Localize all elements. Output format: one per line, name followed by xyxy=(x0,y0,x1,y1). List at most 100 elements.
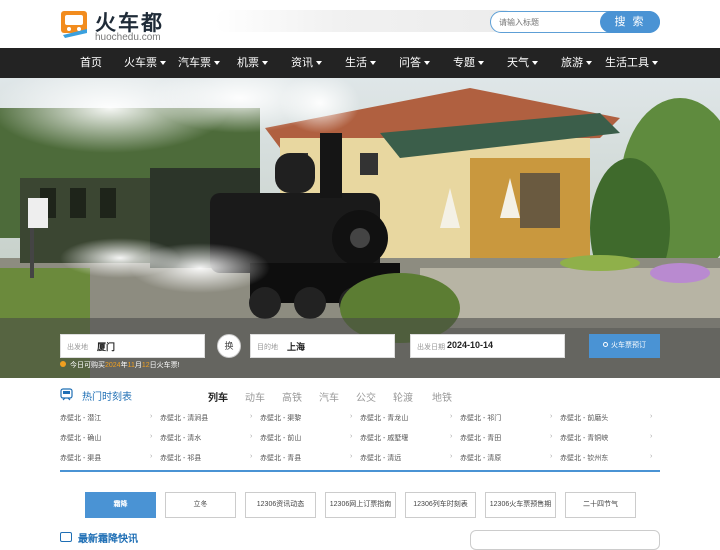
ticket-booking-button[interactable]: 火车票预订 xyxy=(589,334,660,358)
chevron-right-icon: › xyxy=(350,433,353,440)
nav-item-7[interactable]: 专题 xyxy=(453,48,484,78)
chevron-right-icon: › xyxy=(550,453,553,460)
route-link[interactable]: 赤壁北 - 祁县 xyxy=(160,453,201,463)
chevron-down-icon xyxy=(652,61,658,65)
latest-news-title: 最新霜降快讯 xyxy=(78,534,138,545)
tab-3[interactable]: 汽车 xyxy=(319,389,339,404)
route-link[interactable]: 赤壁北 - 确山 xyxy=(60,433,101,443)
tab-0[interactable]: 列车 xyxy=(208,389,228,404)
chevron-down-icon xyxy=(478,61,484,65)
nav-item-2[interactable]: 汽车票 xyxy=(178,48,220,78)
ticket-booking-label: 火车票预订 xyxy=(611,342,646,349)
train-icon xyxy=(60,388,73,401)
nav-label: 生活工具 xyxy=(605,57,649,69)
tab-2[interactable]: 高铁 xyxy=(282,389,302,404)
route-link[interactable]: 赤壁北 - 渠县 xyxy=(60,453,101,463)
header-decoration xyxy=(215,10,515,32)
bullet-icon xyxy=(60,361,66,367)
timetable-title: 热门时刻表 xyxy=(82,392,132,403)
side-panel xyxy=(470,530,660,550)
route-link[interactable]: 赤壁北 - 青田 xyxy=(460,433,501,443)
route-link[interactable]: 赤壁北 - 钦州东 xyxy=(560,453,608,463)
search-button[interactable]: 搜 索 xyxy=(600,11,660,33)
route-link[interactable]: 赤壁北 - 渠黎 xyxy=(260,413,301,423)
nav-label: 旅游 xyxy=(561,57,583,69)
topic-tab-2[interactable]: 12306资讯动态 xyxy=(245,492,316,518)
route-link[interactable]: 赤壁北 - 清原 xyxy=(460,453,501,463)
chevron-right-icon: › xyxy=(650,453,653,460)
news-icon xyxy=(60,532,72,542)
chevron-down-icon xyxy=(424,61,430,65)
to-label: 目的地 xyxy=(257,344,278,351)
from-field[interactable]: 出发地 厦门 xyxy=(60,334,205,358)
swap-button[interactable]: 换 xyxy=(217,334,241,358)
route-link[interactable]: 赤壁北 - 前磨头 xyxy=(560,413,608,423)
nav-item-0[interactable]: 首页 xyxy=(80,48,102,78)
nav-label: 汽车票 xyxy=(178,57,211,69)
search-box: 搜 索 xyxy=(490,11,660,33)
nav-label: 专题 xyxy=(453,57,475,69)
main-nav: 首页 火车票 汽车票 机票 资讯 生活 问答 专题 天气 旅游 生活工具 xyxy=(0,48,720,78)
chevron-down-icon xyxy=(316,61,322,65)
nav-item-4[interactable]: 资讯 xyxy=(291,48,322,78)
topic-tab-3[interactable]: 12306网上订票指南 xyxy=(325,492,396,518)
route-link[interactable]: 赤壁北 - 清远 xyxy=(360,453,401,463)
route-link[interactable]: 赤壁北 - 青龙山 xyxy=(360,413,408,423)
chevron-down-icon xyxy=(214,61,220,65)
nav-item-10[interactable]: 生活工具 xyxy=(605,48,658,78)
route-link[interactable]: 赤壁北 - 青铜峡 xyxy=(560,433,608,443)
route-link[interactable]: 赤壁北 - 清水 xyxy=(160,433,201,443)
tab-5[interactable]: 轮渡 xyxy=(393,389,413,404)
chevron-right-icon: › xyxy=(250,433,253,440)
train-logo-icon xyxy=(61,11,87,38)
chevron-right-icon: › xyxy=(450,433,453,440)
nav-item-1[interactable]: 火车票 xyxy=(124,48,166,78)
nav-label: 问答 xyxy=(399,57,421,69)
route-link[interactable]: 赤壁北 - 清涧县 xyxy=(160,413,208,423)
nav-label: 天气 xyxy=(507,57,529,69)
route-link[interactable]: 赤壁北 - 祁门 xyxy=(460,413,501,423)
nav-label: 机票 xyxy=(237,57,259,69)
topic-tab-0[interactable]: 霜降 xyxy=(85,492,156,518)
site-logo[interactable]: 火车都 huochedu.com xyxy=(60,6,170,44)
chevron-right-icon: › xyxy=(150,433,153,440)
date-field[interactable]: 出发日期 2024-10-14 xyxy=(410,334,565,358)
nav-item-9[interactable]: 旅游 xyxy=(561,48,592,78)
route-link[interactable]: 赤壁北 - 青县 xyxy=(260,453,301,463)
chevron-down-icon xyxy=(586,61,592,65)
nav-label: 火车票 xyxy=(124,57,157,69)
topic-tab-6[interactable]: 二十四节气 xyxy=(565,492,636,518)
chevron-right-icon: › xyxy=(250,413,253,420)
nav-label: 生活 xyxy=(345,57,367,69)
to-field[interactable]: 目的地 上海 xyxy=(250,334,395,358)
chevron-right-icon: › xyxy=(150,453,153,460)
logo-domain: huochedu.com xyxy=(95,32,161,43)
nav-item-6[interactable]: 问答 xyxy=(399,48,430,78)
nav-item-3[interactable]: 机票 xyxy=(237,48,268,78)
nav-label: 资讯 xyxy=(291,57,313,69)
presale-tip: 今日可购买2024年11月12日火车票! xyxy=(60,360,180,370)
date-label: 出发日期 xyxy=(417,344,445,351)
nav-item-5[interactable]: 生活 xyxy=(345,48,376,78)
chevron-right-icon: › xyxy=(550,413,553,420)
tab-6[interactable]: 地铁 xyxy=(432,389,452,404)
route-link[interactable]: 赤壁北 - 潜江 xyxy=(60,413,101,423)
tab-4[interactable]: 公交 xyxy=(356,389,376,404)
route-link[interactable]: 赤壁北 - 前山 xyxy=(260,433,301,443)
tab-1[interactable]: 动车 xyxy=(245,389,265,404)
chevron-right-icon: › xyxy=(150,413,153,420)
topic-tab-4[interactable]: 12306列车时刻表 xyxy=(405,492,476,518)
chevron-down-icon xyxy=(370,61,376,65)
search-input[interactable] xyxy=(499,14,599,30)
chevron-down-icon xyxy=(160,61,166,65)
route-link[interactable]: 赤壁北 - 戚墅堰 xyxy=(360,433,408,443)
nav-item-8[interactable]: 天气 xyxy=(507,48,538,78)
chevron-right-icon: › xyxy=(250,453,253,460)
chevron-right-icon: › xyxy=(650,413,653,420)
chevron-right-icon: › xyxy=(650,433,653,440)
timetable-header: 热门时刻表 列车 动车 高铁 汽车 公交 轮渡 地铁 xyxy=(60,385,660,405)
topic-tab-1[interactable]: 立冬 xyxy=(165,492,236,518)
topic-tab-5[interactable]: 12306火车票预售期 xyxy=(485,492,556,518)
chevron-down-icon xyxy=(532,61,538,65)
chevron-right-icon: › xyxy=(550,433,553,440)
